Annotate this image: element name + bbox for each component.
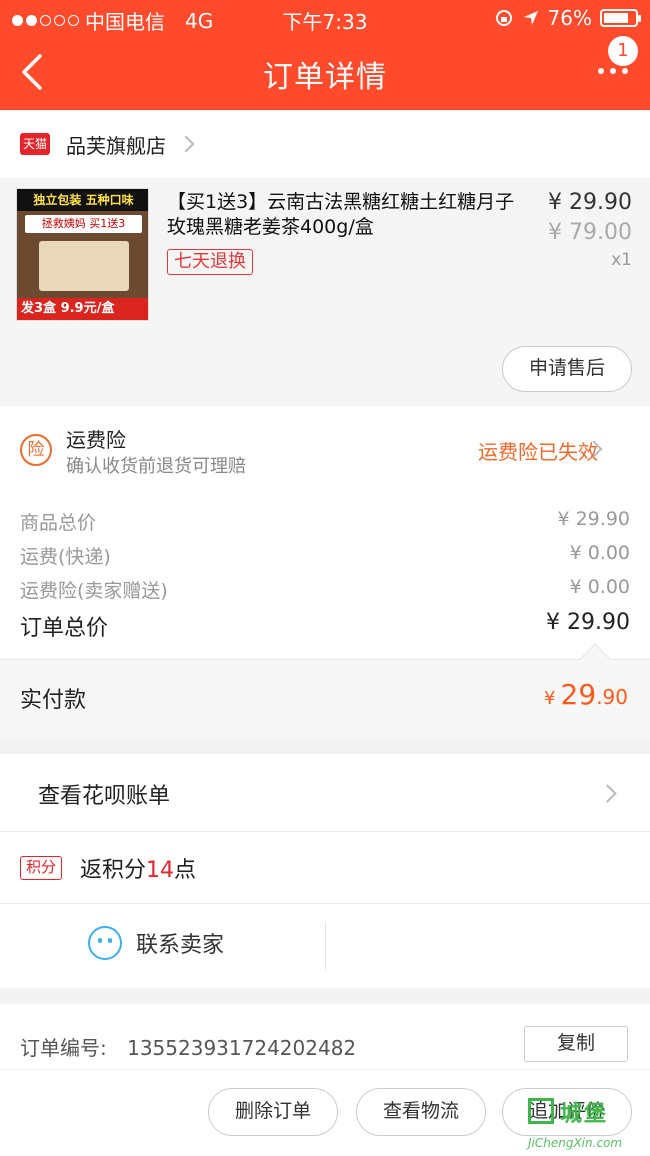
summary-row-insurance: 运费险(卖家赠送) ¥ 0.00 [20,576,630,603]
action-bar: 删除订单 查看物流 追加评价 城堡 JiChengXin.com [0,1070,650,1156]
product-quantity: x1 [611,250,632,270]
watermark-sub: JiChengXin.com [528,1136,623,1150]
chat-icon [88,926,122,960]
summary-label: 运费险(卖家赠送) [20,580,168,602]
insurance-status: 运费险已失效 [478,440,598,464]
insurance-title: 运费险 [66,428,126,452]
chevron-right-icon [177,135,195,153]
contact-section: 联系卖家 [0,904,650,988]
summary-row-shipping: 运费(快递) ¥ 0.00 [20,542,630,569]
page-title: 订单详情 [263,60,387,95]
huabei-bill-row[interactable]: 查看花呗账单 [0,754,650,832]
total-value: ¥ 29.90 [546,610,630,635]
watermark-icon [528,1098,554,1124]
paid-amount: ¥ 29.90 [544,678,628,711]
chevron-right-icon [598,784,617,803]
huabei-label: 查看花呗账单 [38,784,171,809]
summary-label: 商品总价 [20,512,97,534]
shipping-insurance-row[interactable]: 险 运费险 确认收货前退货可理赔 运费险已失效 [0,406,650,490]
points-text: 返积分14点 [80,852,196,884]
watermark-logo: 城堡 JiChengXin.com [528,1094,646,1152]
summary-row-goods: 商品总价 ¥ 29.90 [20,508,630,535]
summary-label: 运费(快递) [20,546,111,568]
top-bar: 中国电信 4G 下午7:33 76% 订单详情 1 [0,0,650,110]
paid-currency: ¥ [544,688,556,709]
order-number-row: 订单编号: 135523931724202482 复制 [0,1004,650,1070]
summary-value: ¥ 0.00 [569,576,630,598]
paid-decimal: .90 [596,685,628,709]
location-arrow-icon [523,11,538,25]
paid-row: 实付款 ¥ 29.90 [0,659,650,739]
rotation-lock-icon [495,10,512,26]
status-bar: 中国电信 4G 下午7:33 76% [0,0,650,36]
order-number-label: 订单编号: [20,1036,107,1060]
shop-row[interactable]: 天猫 品芙旗舰店 [0,110,650,178]
points-tag: 积分 [20,856,63,880]
product-image[interactable]: 独立包装 五种口味 拯救姨妈 买1送3 发3盒 9.9元/盒 [16,188,149,321]
insurance-subtitle: 确认收货前退货可理赔 [66,456,246,477]
watermark-text: 城堡 [560,1102,609,1127]
points-row: 积分 返积分14点 [0,832,650,904]
insurance-icon: 险 [20,434,52,466]
contact-seller-button[interactable]: 联系卖家 [88,926,224,960]
total-label: 订单总价 [20,616,109,641]
after-sale-button[interactable]: 申请售后 [502,346,632,392]
paid-integer: 29 [560,678,597,711]
image-banner-mid: 拯救姨妈 买1送3 [25,215,142,233]
more-icon [598,68,628,74]
status-right: 76% [494,6,641,30]
summary-row-total: 订单总价 ¥ 29.90 [20,610,630,642]
paid-label: 实付款 [20,688,87,713]
tmall-logo: 天猫 [20,133,50,155]
product-original-price: ¥ 79.00 [548,220,632,245]
points-number: 14 [146,858,175,883]
return-tag: 七天退换 [167,249,253,275]
contact-seller-label: 联系卖家 [136,933,225,958]
product-price: ¥ 29.90 [548,190,632,215]
shop-name: 品芙旗舰店 [66,133,166,158]
notification-badge: 1 [608,36,638,66]
view-logistics-button[interactable]: 查看物流 [356,1088,486,1136]
order-number-text: 订单编号: 135523931724202482 [20,1032,356,1061]
delete-order-button[interactable]: 删除订单 [208,1088,338,1136]
summary-value: ¥ 0.00 [569,542,630,564]
image-banner-bottom: 发3盒 9.9元/盒 [17,298,148,320]
product-card[interactable]: 独立包装 五种口味 拯救姨妈 买1送3 发3盒 9.9元/盒 【买1送3】云南古… [0,178,650,406]
price-summary: 商品总价 ¥ 29.90 运费(快递) ¥ 0.00 运费险(卖家赠送) ¥ 0… [0,490,650,660]
order-number: 135523931724202482 [127,1036,357,1060]
battery-icon [600,9,641,27]
battery-percent: 76% [547,6,592,30]
points-suffix: 点 [174,858,197,883]
product-box-graphic [39,241,129,291]
image-banner-top: 独立包装 五种口味 [17,189,148,211]
summary-value: ¥ 29.90 [557,508,630,530]
points-prefix: 返积分 [80,858,147,883]
divider [325,922,326,970]
product-name: 【买1送3】云南古法黑糖红糖土红糖月子玫瑰黑糖老姜茶400g/盒 [167,191,515,238]
copy-button[interactable]: 复制 [524,1026,628,1062]
